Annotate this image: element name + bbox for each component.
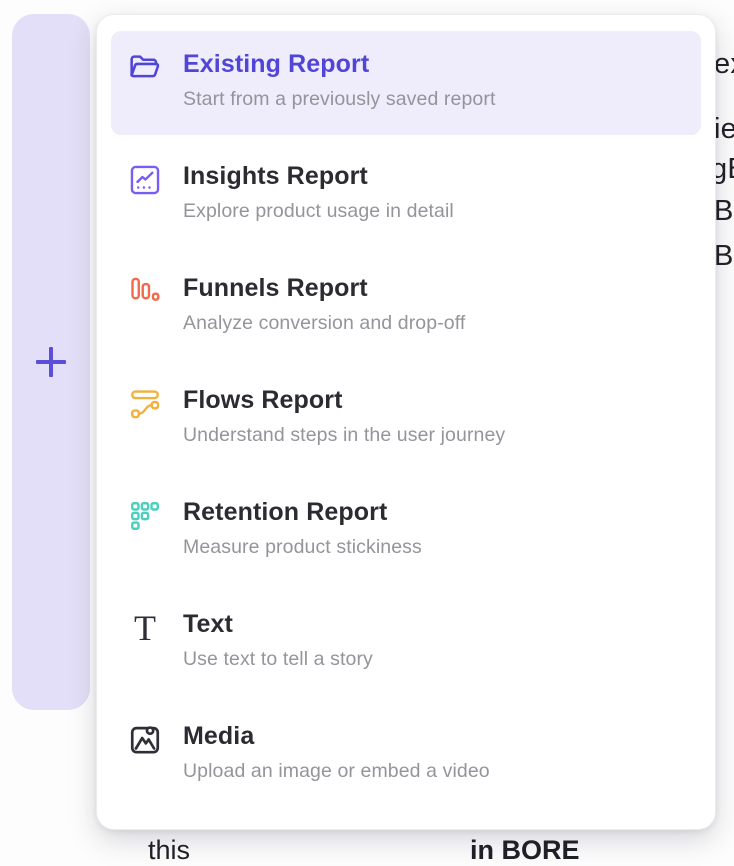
- menu-item-description: Analyze conversion and drop-off: [183, 312, 465, 335]
- menu-item-description: Measure product stickiness: [183, 536, 422, 559]
- add-report-menu: Existing Report Start from a previously …: [96, 14, 716, 830]
- folder-open-icon: [127, 50, 163, 86]
- menu-item-label: Existing Report: [183, 50, 495, 79]
- menu-item-description: Understand steps in the user journey: [183, 424, 505, 447]
- menu-item-existing-report[interactable]: Existing Report Start from a previously …: [111, 31, 701, 135]
- menu-item-description: Use text to tell a story: [183, 648, 373, 671]
- menu-item-flows-report[interactable]: Flows Report Understand steps in the use…: [111, 367, 701, 471]
- plus-icon: [36, 347, 66, 377]
- flows-icon: [127, 386, 163, 422]
- clipped-background-text: B: [714, 195, 734, 228]
- menu-item-label: Retention Report: [183, 498, 422, 527]
- clipped-background-text: ie: [714, 113, 734, 146]
- media-image-icon: [127, 722, 163, 758]
- clipped-background-text: B: [714, 240, 734, 273]
- menu-item-retention-report[interactable]: Retention Report Measure product stickin…: [111, 479, 701, 583]
- clipped-background-text: ex: [714, 48, 734, 81]
- menu-item-insights-report[interactable]: Insights Report Explore product usage in…: [111, 143, 701, 247]
- funnel-bars-icon: [127, 274, 163, 310]
- menu-item-description: Upload an image or embed a video: [183, 760, 490, 783]
- menu-item-text[interactable]: T Text Use text to tell a story: [111, 591, 701, 695]
- menu-item-funnels-report[interactable]: Funnels Report Analyze conversion and dr…: [111, 255, 701, 359]
- menu-item-description: Start from a previously saved report: [183, 88, 495, 111]
- clipped-background-text: in BORE: [470, 835, 580, 866]
- menu-item-label: Flows Report: [183, 386, 505, 415]
- clipped-background-text: this: [148, 835, 190, 866]
- retention-grid-icon: [127, 498, 163, 534]
- menu-item-label: Insights Report: [183, 162, 454, 191]
- menu-item-media[interactable]: Media Upload an image or embed a video: [111, 703, 701, 807]
- menu-item-label: Text: [183, 610, 373, 639]
- menu-item-description: Explore product usage in detail: [183, 200, 454, 223]
- add-card-tile[interactable]: [12, 14, 90, 710]
- insights-chart-icon: [127, 162, 163, 198]
- menu-item-label: Funnels Report: [183, 274, 465, 303]
- menu-item-label: Media: [183, 722, 490, 751]
- text-icon: T: [127, 610, 163, 646]
